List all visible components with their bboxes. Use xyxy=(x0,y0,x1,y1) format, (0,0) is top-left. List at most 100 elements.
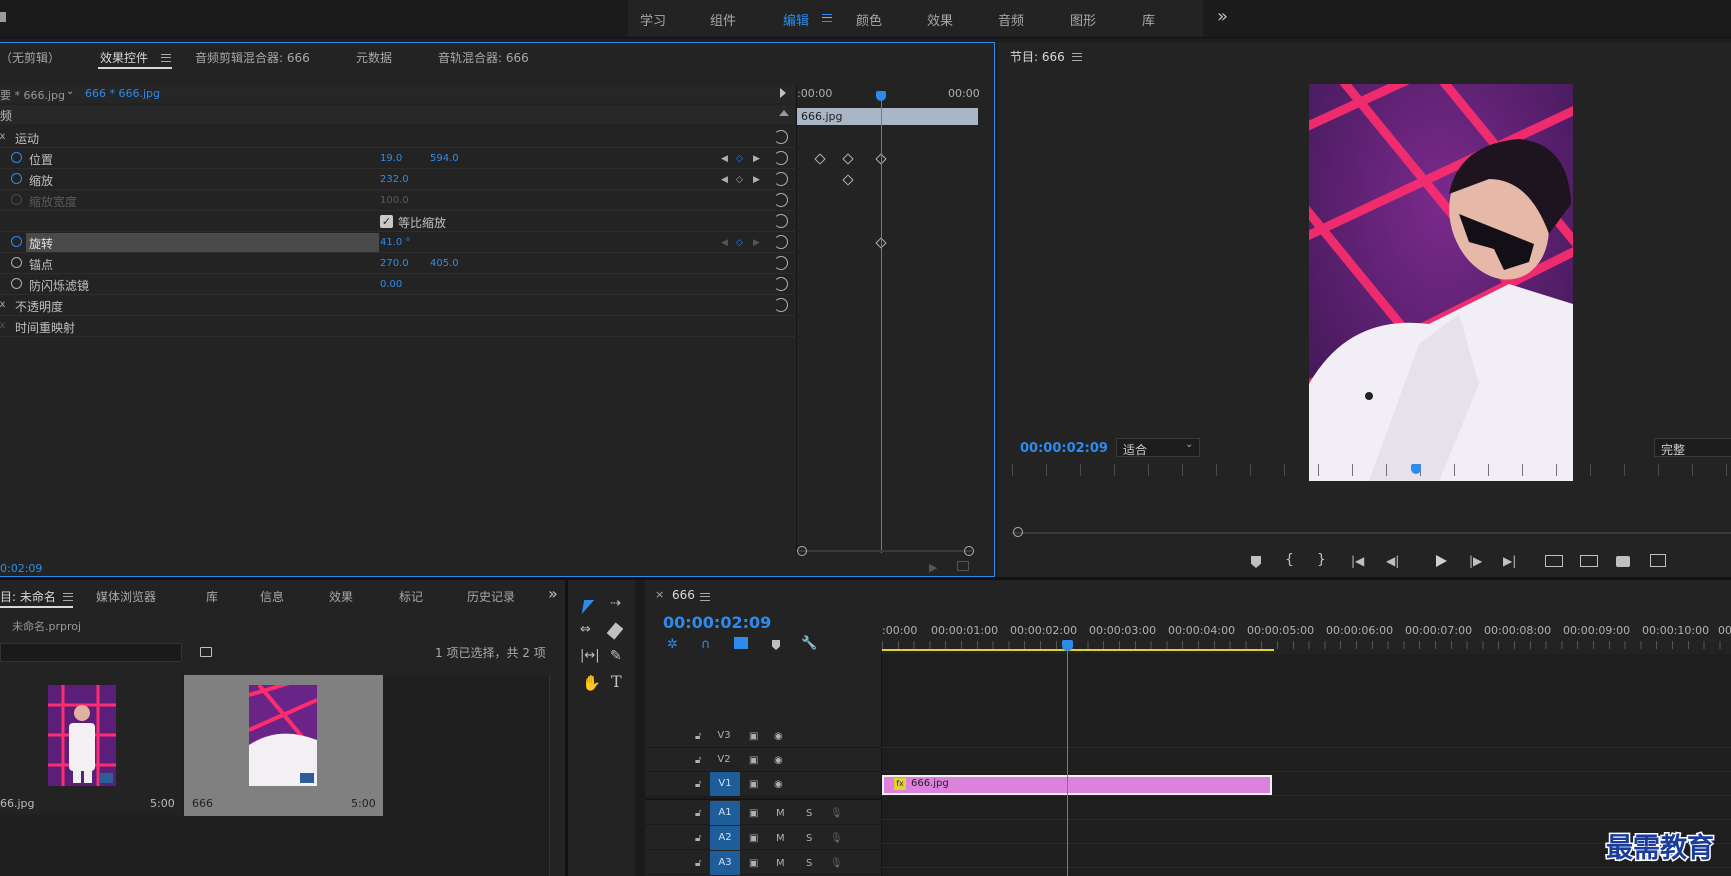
mic-icon[interactable]: 🎙︎ xyxy=(830,833,843,844)
sync-lock-icon[interactable]: ▣ xyxy=(749,833,758,844)
track-label[interactable]: A1 xyxy=(710,801,740,825)
search-input[interactable] xyxy=(0,643,182,662)
mic-icon[interactable]: 🎙︎ xyxy=(830,858,843,869)
mark-out-icon[interactable]: } xyxy=(1317,552,1326,568)
position-x-value[interactable]: 19.0 xyxy=(380,153,402,164)
scale-value[interactable]: 232.0 xyxy=(380,174,409,185)
next-keyframe-icon[interactable]: ▶ xyxy=(753,238,760,248)
workspace-tab-assembly[interactable]: 组件 xyxy=(710,10,736,29)
sequence-tab[interactable]: 666 xyxy=(672,588,695,602)
program-zoom-bar[interactable] xyxy=(1012,532,1731,534)
stopwatch-icon[interactable] xyxy=(11,173,22,184)
uniform-scale-checkbox[interactable]: ✓ xyxy=(380,215,393,228)
go-to-out-icon[interactable]: ▶| xyxy=(1503,554,1516,568)
reset-icon[interactable] xyxy=(774,256,788,270)
param-row-rotation[interactable]: 旋转 41.0 ° ◀ ◇ ▶ xyxy=(0,232,795,253)
home-icon[interactable] xyxy=(0,12,6,22)
param-row-anchor[interactable]: 锚点 270.0 405.0 xyxy=(0,253,795,274)
sync-lock-icon[interactable]: ▣ xyxy=(749,755,758,766)
lock-icon[interactable]: 🔓︎ xyxy=(695,755,701,766)
project-item[interactable]: 666 5:00 xyxy=(184,675,383,816)
stopwatch-icon[interactable] xyxy=(11,236,22,247)
tab-info[interactable]: 信息 xyxy=(260,588,284,605)
panel-menu-icon[interactable] xyxy=(1072,53,1082,61)
workspace-tab-learn[interactable]: 学习 xyxy=(640,10,666,29)
selection-tool-icon[interactable] xyxy=(581,600,595,614)
quality-select[interactable]: 完整 xyxy=(1654,438,1731,457)
mark-in-icon[interactable]: { xyxy=(1285,552,1294,568)
anchor-x-value[interactable]: 270.0 xyxy=(380,258,409,269)
mic-icon[interactable]: 🎙︎ xyxy=(830,808,843,819)
workspace-tab-graphics[interactable]: 图形 xyxy=(1070,10,1096,29)
zoom-select[interactable]: 适合 ⌄ xyxy=(1116,438,1200,457)
track-label[interactable]: V3 xyxy=(709,727,739,745)
effect-row-opacity[interactable]: fx 不透明度 xyxy=(0,295,795,316)
tab-effect-controls[interactable]: 效果控件 xyxy=(100,49,148,66)
play-only-clip-icon[interactable] xyxy=(780,88,786,98)
reset-icon[interactable] xyxy=(774,172,788,186)
clip-selector[interactable]: 666 * 666.jpg xyxy=(85,87,160,100)
tab-markers[interactable]: 标记 xyxy=(399,588,423,605)
track-header-a2[interactable]: 🔓︎ A2 ▣ M S 🎙︎ xyxy=(645,826,880,850)
reset-icon[interactable] xyxy=(774,130,788,144)
position-y-value[interactable]: 594.0 xyxy=(430,153,459,164)
mini-playhead-handle[interactable] xyxy=(876,91,886,101)
lock-icon[interactable]: 🔓︎ xyxy=(695,858,701,869)
mute-button[interactable]: M xyxy=(776,808,785,819)
add-keyframe-icon[interactable]: ◇ xyxy=(736,154,743,164)
reset-icon[interactable] xyxy=(774,193,788,207)
video-clip[interactable]: fx 666.jpg xyxy=(882,775,1272,795)
export-icon[interactable] xyxy=(957,561,969,571)
panel-menu-icon[interactable] xyxy=(700,593,710,601)
program-title[interactable]: 节目: 666 xyxy=(1010,48,1065,65)
solo-button[interactable]: S xyxy=(806,858,812,869)
wrench-icon[interactable]: 🔧 xyxy=(801,636,817,651)
rotation-value[interactable]: 41.0 ° xyxy=(380,237,410,248)
go-to-in-icon[interactable]: |◀ xyxy=(1351,554,1364,568)
lift-icon[interactable] xyxy=(1545,555,1563,567)
prev-keyframe-icon[interactable]: ◀ xyxy=(721,154,728,164)
panel-gutter[interactable] xyxy=(635,580,645,876)
workspace-menu-icon[interactable] xyxy=(822,14,832,22)
reset-icon[interactable] xyxy=(774,214,788,228)
pen-tool-icon[interactable]: ✎ xyxy=(610,648,622,664)
tab-source-no-clip[interactable]: （无剪辑） xyxy=(0,49,60,66)
effect-row-motion[interactable]: fx 运动 xyxy=(0,127,795,148)
play-icon[interactable] xyxy=(1436,555,1447,567)
add-keyframe-icon[interactable]: ◇ xyxy=(736,175,743,185)
reset-icon[interactable] xyxy=(774,151,788,165)
type-tool-icon[interactable]: T xyxy=(611,672,622,691)
camera-icon[interactable] xyxy=(1616,556,1630,567)
tab-audio-track-mixer[interactable]: 音轨混合器: 666 xyxy=(438,49,529,66)
solo-button[interactable]: S xyxy=(806,833,812,844)
track-select-tool-icon[interactable]: ⇢ xyxy=(610,596,621,611)
track-label[interactable]: V2 xyxy=(709,751,739,769)
lock-icon[interactable]: 🔓︎ xyxy=(695,779,701,790)
zoom-handle-left[interactable] xyxy=(1013,527,1023,537)
workspace-tab-effects[interactable]: 效果 xyxy=(927,10,953,29)
zoom-handle-left[interactable] xyxy=(797,546,807,556)
prev-keyframe-icon[interactable]: ◀ xyxy=(721,175,728,185)
anchor-y-value[interactable]: 405.0 xyxy=(430,258,459,269)
magnet-icon[interactable]: ∩ xyxy=(701,637,711,652)
tab-libraries[interactable]: 库 xyxy=(206,588,218,605)
tabs-overflow-icon[interactable]: » xyxy=(548,584,558,603)
reset-icon[interactable] xyxy=(774,277,788,291)
tab-metadata[interactable]: 元数据 xyxy=(356,49,392,66)
track-label[interactable]: V1 xyxy=(710,772,740,796)
track-label[interactable]: A2 xyxy=(710,826,740,850)
workspace-tab-color[interactable]: 颜色 xyxy=(856,10,882,29)
razor-tool-icon[interactable] xyxy=(606,622,624,640)
anti-flicker-value[interactable]: 0.00 xyxy=(380,279,402,290)
chevron-down-icon[interactable]: ⌄ xyxy=(66,86,74,97)
tab-project[interactable]: 目: 未命名 xyxy=(0,588,56,605)
sync-lock-icon[interactable]: ▣ xyxy=(749,731,758,742)
keyframe-diamond[interactable] xyxy=(842,153,854,165)
close-icon[interactable]: × xyxy=(655,588,664,601)
linked-selection-icon[interactable] xyxy=(734,637,748,649)
track-header-a3[interactable]: 🔓︎ A3 ▣ M S 🎙︎ xyxy=(645,851,880,875)
timeline-ruler[interactable]: :00:00 00:00:01:00 00:00:02:00 00:00:03:… xyxy=(882,624,1731,654)
param-row-scale[interactable]: 缩放 232.0 ◀ ◇ ▶ xyxy=(0,169,795,190)
lock-icon[interactable]: 🔓︎ xyxy=(695,731,701,742)
hand-tool-icon[interactable]: ✋ xyxy=(582,674,601,692)
